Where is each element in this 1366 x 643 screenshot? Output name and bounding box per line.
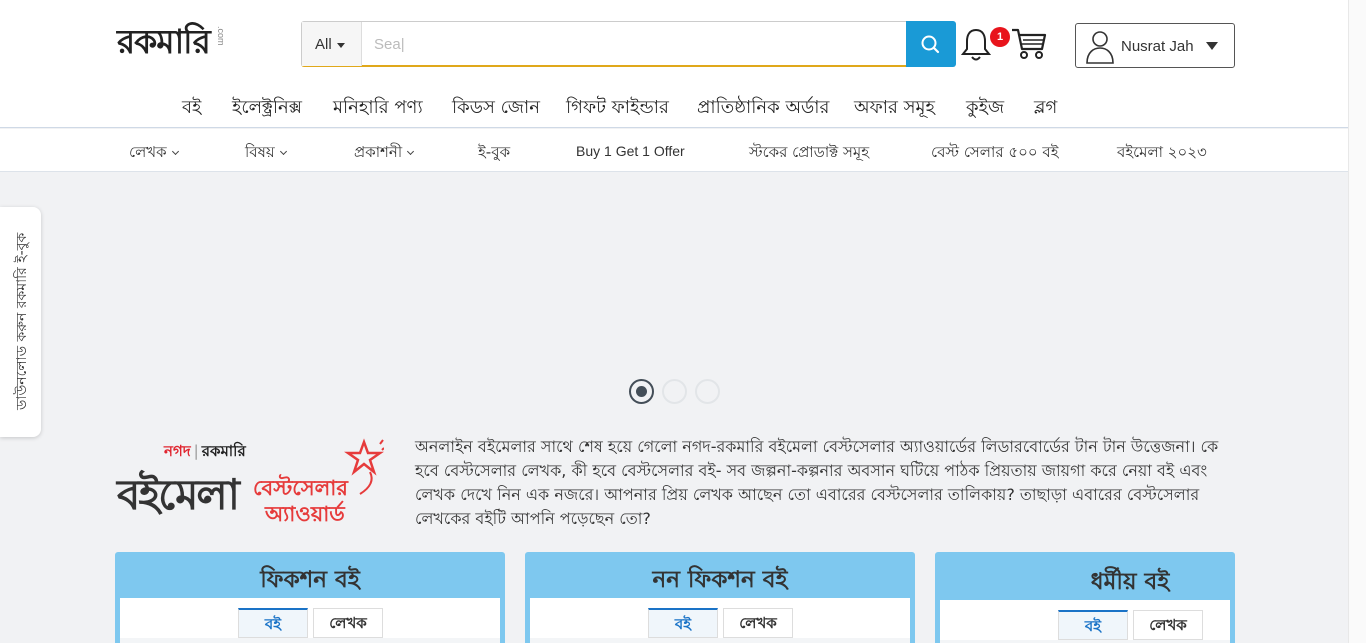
- logo-wordmark: রকমারি: [117, 22, 211, 61]
- category-card-fiction: ফিকশন বই বই লেখক: [115, 552, 505, 643]
- ebook-download-tab[interactable]: ডাউনলোড করুন রকমারি ই-বুক: [0, 207, 41, 437]
- category-card-religious: ধর্মীয় বই বই লেখক: [935, 552, 1235, 643]
- sub-nav: লেখক বিষয় প্রকাশনী ই-বুক Buy 1 Get 1 Of…: [0, 129, 1348, 172]
- rokomari-brand-text: রকমারি: [201, 442, 246, 460]
- sub-nav-item-subjects[interactable]: বিষয়: [245, 141, 287, 166]
- tab-books[interactable]: বই: [1058, 610, 1128, 640]
- tab-authors[interactable]: লেখক: [313, 608, 383, 638]
- chevron-down-icon: [407, 147, 415, 156]
- sub-nav-item-ebook[interactable]: ই-বুক: [478, 141, 510, 166]
- carousel-dot-3[interactable]: [695, 379, 720, 404]
- user-account-dropdown[interactable]: Nusrat Jah: [1075, 23, 1235, 68]
- search-bar: All: [301, 21, 956, 67]
- main-nav-item-offers[interactable]: অফার সমূহ: [854, 93, 935, 124]
- tab-authors[interactable]: লেখক: [1133, 610, 1203, 640]
- main-nav-item-kids-zone[interactable]: কিডস জোন: [452, 93, 540, 124]
- notification-count-badge: 1: [990, 27, 1010, 47]
- award-title-main: বইমেলা: [117, 470, 240, 519]
- sub-nav-item-buy1get1[interactable]: Buy 1 Get 1 Offer: [576, 143, 685, 159]
- sub-nav-item-publishers[interactable]: প্রকাশনী: [354, 141, 415, 166]
- category-card-non-fiction: নন ফিকশন বই বই লেখক: [525, 552, 915, 643]
- card-body: বই লেখক: [120, 598, 500, 643]
- main-nav-item-institutional-order[interactable]: প্রাতিষ্ঠানিক অর্ডার: [697, 93, 829, 124]
- main-nav-item-books[interactable]: বই: [182, 93, 201, 124]
- ebook-download-label: ডাউনলোড করুন রকমারি ই-বুক: [14, 232, 30, 410]
- carousel-indicators: [629, 379, 721, 405]
- cart-icon[interactable]: [1011, 27, 1047, 61]
- nagad-brand-text: নগদ: [164, 442, 191, 460]
- tab-authors[interactable]: লেখক: [723, 608, 793, 638]
- award-description: অনলাইন বইমেলার সাথে শেষ হয়ে গেলো নগদ-রক…: [415, 437, 1219, 528]
- tab-books[interactable]: বই: [238, 608, 308, 638]
- page-scrollbar[interactable]: [1348, 0, 1366, 643]
- search-input[interactable]: [363, 22, 906, 66]
- main-nav-item-quiz[interactable]: কুইজ: [966, 93, 1004, 124]
- search-button[interactable]: [906, 21, 956, 67]
- rokomari-logo[interactable]: রকমারি .com: [117, 22, 227, 66]
- caret-down-icon: [336, 42, 345, 48]
- search-icon: [921, 35, 940, 54]
- carousel-dot-2[interactable]: [662, 379, 687, 404]
- sub-nav-item-stock-products[interactable]: স্টকের প্রোডাক্ট সমূহ: [749, 141, 869, 166]
- chevron-down-icon: [171, 147, 179, 156]
- search-category-select[interactable]: All: [302, 22, 362, 66]
- carousel-dot-1[interactable]: [629, 379, 654, 404]
- main-nav-item-stationery[interactable]: মনিহারি পণ্য: [333, 93, 423, 124]
- card-title: নন ফিকশন বই: [652, 567, 788, 593]
- card-body: বই লেখক: [530, 598, 910, 643]
- main-nav-item-electronics[interactable]: ইলেক্ট্রনিক্স: [232, 93, 302, 124]
- header: রকমারি .com All 1: [0, 0, 1348, 128]
- boimela-bestseller-award-logo[interactable]: নগদ | রকমারি বইমেলা বেস্টসেলার অ্যাওয়ার্ড: [117, 438, 385, 532]
- main-nav-item-blog[interactable]: ব্লগ: [1034, 93, 1057, 124]
- card-title: ধর্মীয় বই: [1090, 569, 1170, 595]
- caret-down-icon: [1206, 42, 1218, 50]
- main-nav-item-gift-finder[interactable]: গিফট ফাইন্ডার: [566, 93, 669, 124]
- notification-bell-icon[interactable]: [960, 27, 992, 63]
- star-icon: [344, 438, 384, 495]
- card-body: বই লেখক: [940, 600, 1230, 643]
- logo-suffix: .com: [216, 26, 226, 46]
- sub-nav-item-boimela-2023[interactable]: বইমেলা ২০২৩: [1117, 141, 1207, 166]
- card-title: ফিকশন বই: [260, 567, 360, 593]
- chevron-down-icon: [279, 147, 287, 156]
- sub-nav-item-authors[interactable]: লেখক: [129, 141, 179, 166]
- sub-nav-item-bestseller-500[interactable]: বেস্ট সেলার ৫০০ বই: [931, 141, 1059, 166]
- user-avatar-icon: [1086, 31, 1114, 64]
- main-nav: বই ইলেক্ট্রনিক্স মনিহারি পণ্য কিডস জোন গ…: [0, 93, 1348, 123]
- user-name: Nusrat Jah: [1121, 38, 1194, 55]
- tab-books[interactable]: বই: [648, 608, 718, 638]
- search-category-label: All: [315, 36, 332, 53]
- award-title-award: অ্যাওয়ার্ড: [265, 502, 345, 526]
